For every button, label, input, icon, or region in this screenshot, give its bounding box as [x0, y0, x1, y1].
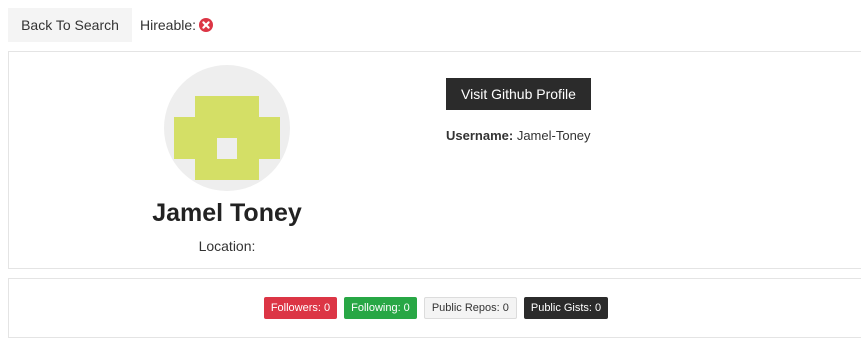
times-circle-icon	[199, 18, 214, 32]
visit-github-profile-button[interactable]: Visit Github Profile	[446, 78, 591, 110]
profile-name: Jamel Toney	[152, 199, 302, 227]
following-badge: Following: 0	[344, 297, 417, 319]
profile-location: Location:	[198, 238, 256, 254]
public-gists-badge: Public Gists: 0	[523, 297, 609, 319]
public-repos-badge: Public Repos: 0	[423, 297, 517, 319]
back-to-search-button[interactable]: Back To Search	[8, 8, 132, 42]
hireable-status: Hireable:	[140, 17, 214, 33]
followers-badge: Followers: 0	[263, 297, 338, 319]
username-value: Jamel-Toney	[516, 128, 591, 143]
identicon-avatar-icon	[174, 96, 280, 180]
username-label: Username:	[446, 128, 514, 143]
stats-badges: Followers: 0 Following: 0 Public Repos: …	[9, 297, 861, 319]
avatar	[164, 65, 290, 191]
stats-card: Followers: 0 Following: 0 Public Repos: …	[8, 278, 861, 338]
hireable-label: Hireable:	[140, 17, 197, 33]
username-row: Username: Jamel-Toney	[446, 128, 591, 143]
profile-card: Jamel Toney Location: Visit Github Profi…	[8, 51, 861, 269]
topbar: Back To Search Hireable:	[8, 8, 214, 42]
